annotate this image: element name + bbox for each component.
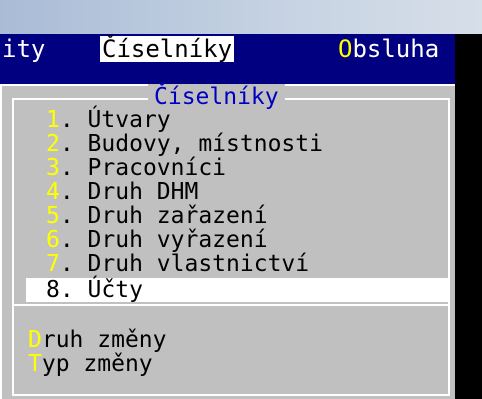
hotkey-number: 8 [46,277,60,303]
menu-item-label: Číselníky [102,35,233,63]
menu-option-typ-zmeny[interactable]: Typ změny [14,352,448,376]
menu-item-label: ity [2,35,46,63]
hotkey-letter: D [28,327,42,353]
option-label: . Druh vlastnictví [59,251,310,277]
menu-option-budovy-mistnosti[interactable]: 2. Budovy, místnosti [14,132,448,156]
menubar-gap [0,66,455,84]
menu-option-druh-zarazeni[interactable]: 5. Druh zařazení [14,204,448,228]
menu-item-obsluha[interactable]: Obsluha [336,36,441,62]
menu-option-utvary[interactable]: 1. Útvary [14,108,448,132]
dropdown-frame: Číselníky 1. Útvary 2. Budovy, místnosti… [12,84,450,396]
menu-item-ciselniky[interactable]: Číselníky [100,35,235,63]
hotkey-number: 2 [46,131,60,157]
option-label: . Účty [59,277,143,303]
dropdown-bottom-items: Druh změny Typ změny [14,328,448,376]
menu-bar: ity Číselníky Obsluha [0,34,482,66]
option-label: . Budovy, místnosti [59,131,323,157]
hotkey-number: 7 [46,251,60,277]
hotkey-number: 1 [46,107,60,133]
option-label: . Druh vyřazení [59,227,268,253]
menu-item-label: bsluha [352,35,440,63]
window-titlebar [0,0,482,34]
menu-divider [14,304,448,306]
menu-option-druh-zmeny[interactable]: Druh změny [14,328,448,352]
option-label: yp změny [41,351,153,377]
option-label: ruh změny [41,327,167,353]
option-label: . Pracovníci [59,155,227,181]
hotkey-letter: T [28,351,42,377]
hotkey-number: 4 [46,179,60,205]
menu-item-utility[interactable]: ity [0,36,47,62]
menu-option-ucty[interactable]: 8. Účty [26,278,448,302]
option-label: . Útvary [59,107,171,133]
ciselniky-dropdown: Číselníky 1. Útvary 2. Budovy, místnosti… [2,84,455,399]
menu-option-druh-vyrazeni[interactable]: 6. Druh vyřazení [14,228,448,252]
hotkey-number: 6 [46,227,60,253]
menu-option-pracovnici[interactable]: 3. Pracovníci [14,156,448,180]
screen-background [455,34,482,399]
menu-option-druh-dhm[interactable]: 4. Druh DHM [14,180,448,204]
menu-option-druh-vlastnictvi[interactable]: 7. Druh vlastnictví [14,252,448,276]
option-label: . Druh zařazení [59,203,268,229]
hotkey-number: 3 [46,155,60,181]
option-label: . Druh DHM [59,179,199,205]
menu-hotkey: O [338,35,353,63]
dropdown-items: 1. Útvary 2. Budovy, místnosti 3. Pracov… [14,108,448,302]
hotkey-number: 5 [46,203,60,229]
